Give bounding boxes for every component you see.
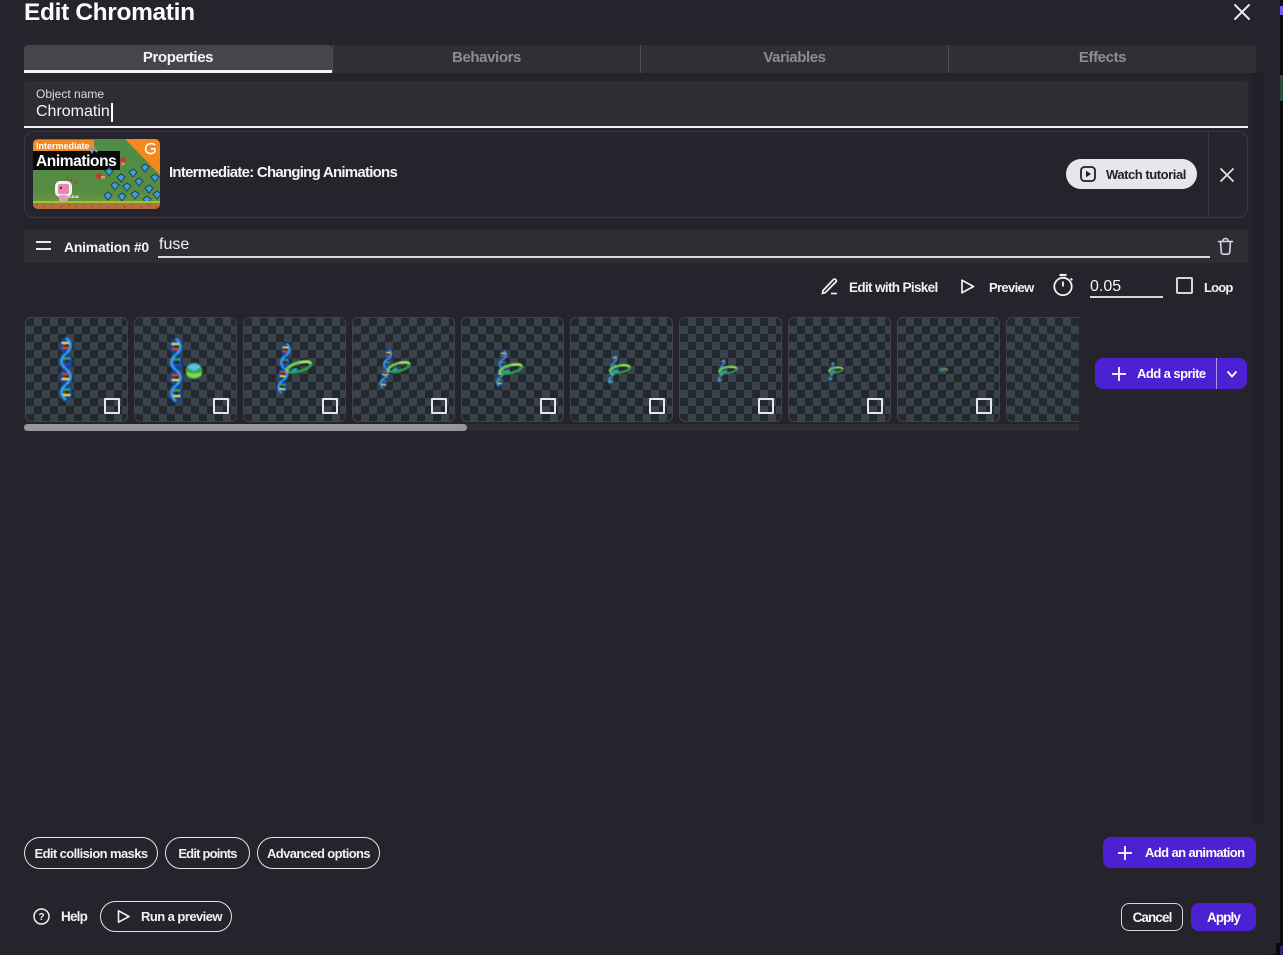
svg-text:Animations: Animations [36, 153, 116, 170]
svg-text:?: ? [38, 912, 44, 923]
svg-text:Intermediate: Intermediate [36, 141, 90, 151]
